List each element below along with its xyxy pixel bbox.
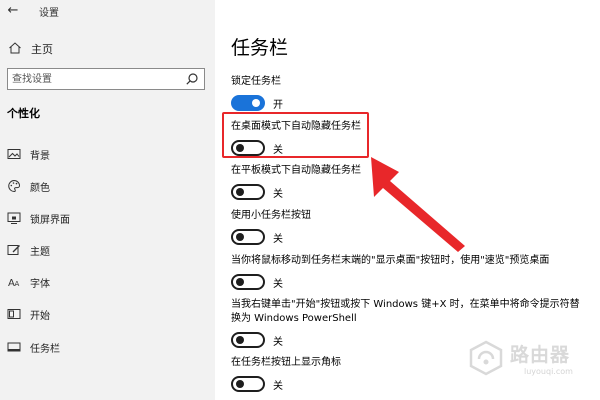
watermark-text: 路由器 bbox=[510, 344, 571, 366]
watermark-url: luyouqi.com bbox=[524, 367, 573, 376]
router-logo-icon bbox=[469, 340, 503, 376]
watermark: 路由器 luyouqi.com bbox=[466, 338, 586, 390]
